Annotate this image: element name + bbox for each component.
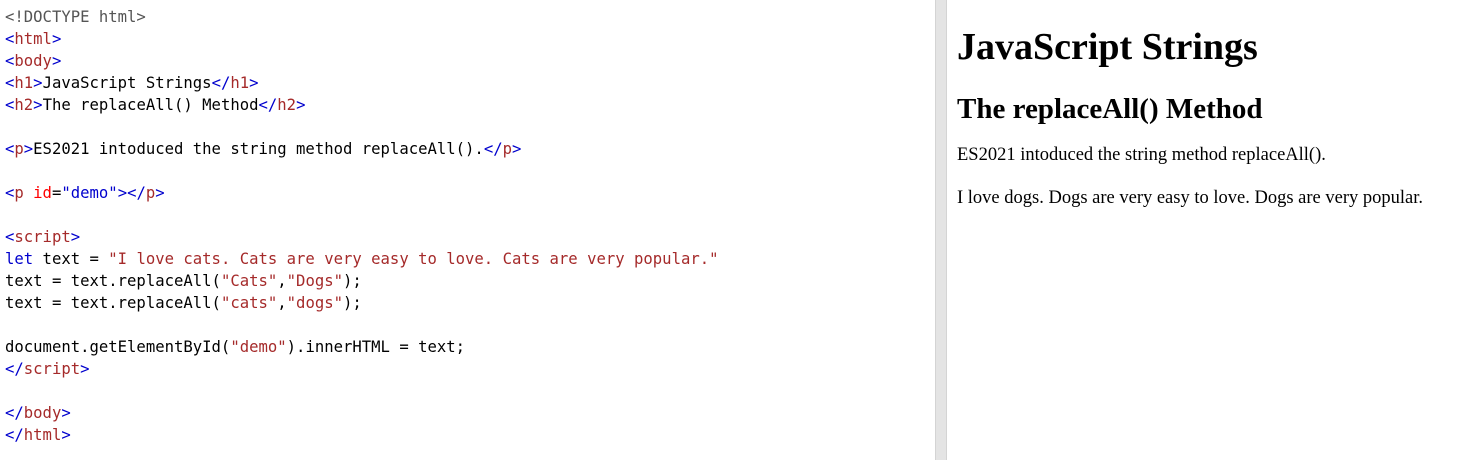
code-line: </body> [5,402,935,424]
code-token: </ [211,74,231,92]
code-token: > [33,74,43,92]
preview-paragraph-demo: I love dogs. Dogs are very easy to love.… [957,188,1423,208]
code-token: , [277,294,287,312]
code-token: </ [258,96,278,114]
code-token: > [51,52,62,70]
code-token: "I love cats. Cats are very easy to love… [108,250,719,268]
code-token: <!DOCTYPE html> [5,8,146,26]
code-token: h2 [14,96,34,114]
code-token: "Dogs" [286,272,344,290]
code-token: </ [5,426,24,444]
code-token: html [23,426,62,444]
code-token: "dogs" [286,294,344,312]
code-line: <h1>JavaScript Strings</h1> [5,72,935,94]
code-token: > [511,140,522,158]
code-token: < [5,52,15,70]
code-editor[interactable]: <!DOCTYPE html> <html> <body> <h1>JavaScrip… [0,0,935,460]
code-token: > [51,30,62,48]
code-token: "demo" [230,338,287,356]
code-token: JavaScript Strings [42,74,212,92]
code-token: ).innerHTML = text; [286,338,466,356]
code-line: <h2>The replaceAll() Method</h2> [5,94,935,116]
code-token: let [5,250,34,268]
code-line: text = text.replaceAll("cats","dogs"); [5,292,935,314]
code-line: <html> [5,28,935,50]
code-token: h1 [230,74,250,92]
code-line: text = text.replaceAll("Cats","Dogs"); [5,270,935,292]
code-line: </html> [5,424,935,446]
code-token: > [61,404,71,422]
code-token: > [249,74,259,92]
code-token: p [145,184,156,202]
code-token: < [5,30,15,48]
code-token: > [23,140,34,158]
code-line: document.getElementById("demo").innerHTM… [5,336,935,358]
code-token: "demo" [61,184,118,202]
code-token: < [5,228,15,246]
code-token: > [155,184,165,202]
code-token: < [5,140,15,158]
preview-heading-2: The replaceAll() Method [957,93,1263,125]
code-token: document.getElementById( [5,338,231,356]
code-token: p [502,140,512,158]
code-line: ​ [5,380,935,402]
code-token: The replaceAll() Method [42,96,259,114]
code-token: body [14,52,52,70]
code-line: <p id="demo"></p> [5,182,935,204]
code-token: script [14,228,71,246]
code-token: h2 [277,96,297,114]
code-token: </ [5,360,24,378]
code-token: text = text.replaceAll( [5,272,221,290]
code-token: ES2021 intoduced the string method repla… [33,140,484,158]
code-token: script [23,360,81,378]
code-token: p [14,184,24,202]
code-token: id [33,184,52,202]
code-token: ></ [117,184,146,202]
result-preview: JavaScript Strings The replaceAll() Meth… [947,0,1482,460]
code-token: ); [343,272,362,290]
code-line: <p>ES2021 intoduced the string method re… [5,138,935,160]
preview-heading-1: JavaScript Strings [957,26,1258,68]
code-line: ​ [5,314,935,336]
code-token: < [5,74,15,92]
code-token: > [61,426,71,444]
pane-divider[interactable] [935,0,947,460]
code-token: > [70,228,81,246]
preview-paragraph-intro: ES2021 intoduced the string method repla… [957,145,1326,165]
code-token: h1 [14,74,34,92]
code-token: body [23,404,62,422]
code-line: <!DOCTYPE html> [5,6,935,28]
tryit-editor-app: <!DOCTYPE html> <html> <body> <h1>JavaScrip… [0,0,1482,460]
code-line: <script> [5,226,935,248]
code-line: ​ [5,160,935,182]
code-line: ​ [5,116,935,138]
code-token: ); [343,294,362,312]
code-token: < [5,96,15,114]
code-line: <body> [5,50,935,72]
code-token: "Cats" [220,272,278,290]
code-token: > [296,96,306,114]
code-token: = [51,184,62,202]
code-token: > [80,360,90,378]
code-line: let text = "I love cats. Cats are very e… [5,248,935,270]
code-token: "cats" [220,294,278,312]
code-token: html [14,30,52,48]
code-line: </script> [5,358,935,380]
code-token: </ [5,404,24,422]
code-line: ​ [5,204,935,226]
code-token: > [33,96,43,114]
code-token: </ [483,140,503,158]
code-token: p [14,140,24,158]
code-token: text = text.replaceAll( [5,294,221,312]
code-token: , [277,272,287,290]
code-token: < [5,184,15,202]
code-token: text = [33,250,109,268]
